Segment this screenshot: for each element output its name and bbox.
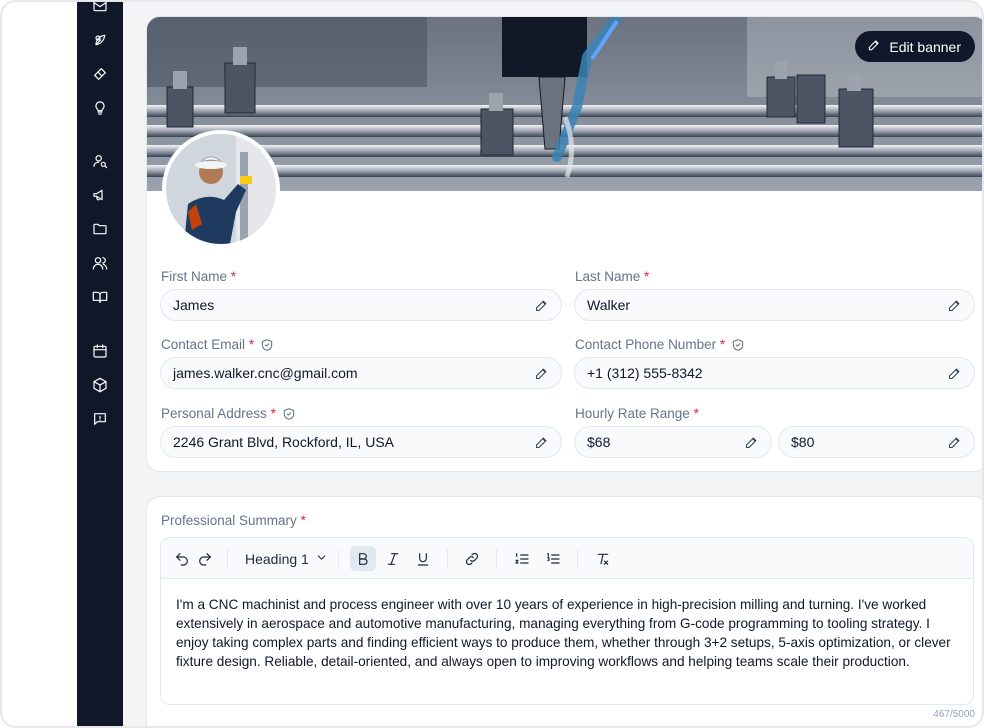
edit-pencil-icon[interactable] (947, 435, 962, 450)
clear-formatting-icon[interactable] (591, 546, 615, 571)
contact-email-input[interactable]: james.walker.cnc@gmail.com (160, 357, 562, 389)
users-icon[interactable] (91, 254, 109, 272)
edit-pencil-icon[interactable] (534, 366, 549, 381)
avatar[interactable] (162, 130, 280, 248)
folder-icon[interactable] (91, 220, 109, 238)
leaf-icon[interactable] (91, 31, 109, 49)
toolbar-divider (338, 550, 339, 568)
toolbar-divider (577, 550, 578, 568)
book-icon[interactable] (91, 288, 109, 306)
pencil-icon (867, 38, 881, 55)
professional-summary-label: Professional Summary * (161, 513, 306, 528)
chevron-down-icon (315, 551, 328, 567)
edit-pencil-icon[interactable] (744, 435, 759, 450)
ticket-icon[interactable] (91, 65, 109, 83)
message-icon[interactable] (91, 410, 109, 428)
lightbulb-icon[interactable] (91, 99, 109, 117)
toolbar-divider (447, 550, 448, 568)
avatar-photo (166, 134, 276, 244)
hourly-rate-min-input[interactable]: $68 (574, 426, 772, 458)
edit-banner-button[interactable]: Edit banner (855, 31, 975, 62)
edit-pencil-icon[interactable] (947, 298, 962, 313)
personal-address-label: Personal Address * (161, 406, 296, 421)
contact-phone-input[interactable]: +1 (312) 555-8342 (574, 357, 975, 389)
box-icon[interactable] (91, 376, 109, 394)
profile-card: Edit banner First Name * James Last Name… (146, 16, 982, 472)
app-window: Edit banner First Name * James Last Name… (0, 0, 984, 728)
editor-toolbar: Heading 1 (161, 538, 973, 579)
toolbar-divider (496, 550, 497, 568)
hourly-rate-max-input[interactable]: $80 (778, 426, 975, 458)
megaphone-icon[interactable] (91, 186, 109, 204)
summary-text[interactable]: I'm a CNC machinist and process engineer… (176, 595, 961, 671)
user-search-icon[interactable] (91, 152, 109, 170)
last-name-label: Last Name * (575, 269, 650, 284)
undo-icon[interactable] (171, 546, 193, 571)
rich-text-editor: Heading 1 I'm a CNC machinist and proces… (160, 537, 974, 705)
contact-phone-label: Contact Phone Number * (575, 337, 745, 352)
italic-icon[interactable] (381, 546, 405, 571)
bold-icon[interactable] (350, 546, 376, 571)
first-name-label: First Name * (161, 269, 237, 284)
link-icon[interactable] (460, 546, 484, 571)
edit-pencil-icon[interactable] (534, 298, 549, 313)
calendar-icon[interactable] (91, 342, 109, 360)
contact-email-label: Contact Email * (161, 337, 274, 352)
heading-select[interactable]: Heading 1 (245, 546, 328, 571)
numbered-list-icon[interactable] (541, 546, 565, 571)
shield-check-icon (260, 338, 274, 352)
hourly-rate-label: Hourly Rate Range * (575, 406, 699, 421)
edit-banner-label: Edit banner (889, 38, 961, 55)
shield-check-icon (731, 338, 745, 352)
sidebar (77, 2, 123, 726)
last-name-input[interactable]: Walker (574, 289, 975, 321)
redo-icon[interactable] (194, 546, 216, 571)
mail-icon[interactable] (91, 2, 109, 15)
edit-pencil-icon[interactable] (947, 366, 962, 381)
edit-pencil-icon[interactable] (534, 435, 549, 450)
shield-check-icon (282, 407, 296, 421)
personal-address-input[interactable]: 2246 Grant Blvd, Rockford, IL, USA (160, 426, 562, 458)
first-name-input[interactable]: James (160, 289, 562, 321)
main-content: Edit banner First Name * James Last Name… (123, 2, 982, 726)
toolbar-divider (227, 550, 228, 568)
character-counter: 467/5000 (933, 709, 975, 720)
summary-card: Professional Summary * Heading 1 I'm a C… (146, 496, 982, 726)
underline-icon[interactable] (411, 546, 435, 571)
ordered-list-icon[interactable] (510, 546, 534, 571)
